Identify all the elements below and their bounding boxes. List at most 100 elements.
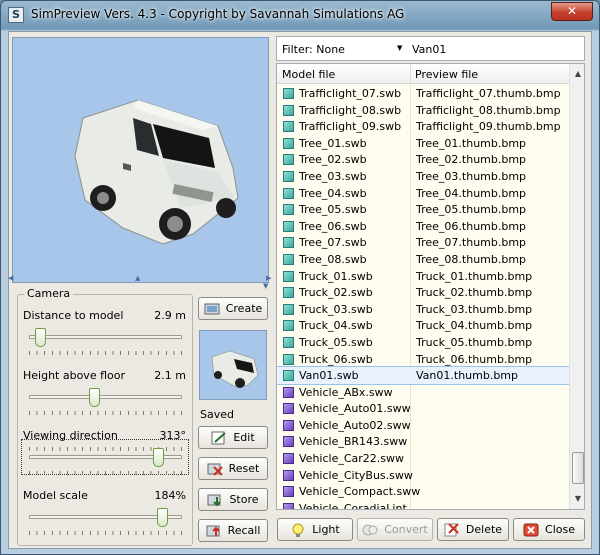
list-item[interactable]: Vehicle_CityBus.sww xyxy=(277,467,569,484)
swb-file-icon xyxy=(283,353,294,365)
app-icon[interactable]: S xyxy=(8,7,24,23)
list-item[interactable]: Vehicle_Compact.sww xyxy=(277,483,569,500)
list-item[interactable]: Trafficlight_07.swb Trafficlight_07.thumb… xyxy=(277,85,569,102)
height-slider-thumb[interactable] xyxy=(88,388,100,407)
distance-slider-thumb[interactable] xyxy=(34,328,46,347)
list-item[interactable]: Vehicle_BR143.sww xyxy=(277,433,569,450)
swb-file-icon xyxy=(283,170,294,182)
pan-down-arrow-icon[interactable]: ▼ xyxy=(263,282,268,290)
list-item[interactable]: Truck_03.swb Truck_03.thumb.bmp xyxy=(277,301,569,318)
column-header-preview-file[interactable]: Preview file xyxy=(415,68,478,81)
height-value: 2.1 m xyxy=(154,369,186,382)
filter-bar: Filter: None ▼ Van01 xyxy=(276,36,585,61)
list-item[interactable]: Tree_08.swb Tree_08.thumb.bmp xyxy=(277,251,569,268)
list-item[interactable]: Vehicle_Auto01.sww xyxy=(277,400,569,417)
list-item[interactable]: Vehicle_Auto02.sww xyxy=(277,417,569,434)
list-item[interactable]: Tree_05.swb Tree_05.thumb.bmp xyxy=(277,201,569,218)
list-item[interactable]: Tree_06.swb Tree_06.thumb.bmp xyxy=(277,218,569,235)
preview-file-cell: Trafficlight_07.thumb.bmp xyxy=(416,87,561,100)
model-file-list[interactable]: Model file Preview file Trafficlight_07.… xyxy=(276,63,585,510)
model-file-cell: Truck_05.swb xyxy=(299,335,373,349)
camera-group: Camera Distance to model 2.9 m Height ab… xyxy=(17,287,193,546)
direction-label: Viewing direction xyxy=(23,429,118,442)
swb-file-icon xyxy=(283,187,294,199)
filter-dropdown[interactable]: Filter: None xyxy=(282,43,345,56)
store-button[interactable]: Store xyxy=(198,488,268,511)
preview-file-cell: Truck_04.thumb.bmp xyxy=(416,319,533,333)
list-item[interactable]: Vehicle_ABx.sww xyxy=(277,384,569,401)
scroll-up-arrow-icon[interactable]: ▲ xyxy=(570,66,584,82)
list-item[interactable]: Vehicle_Car22.sww xyxy=(277,450,569,467)
list-item[interactable]: Truck_02.swb Truck_02.thumb.bmp xyxy=(277,284,569,301)
model-preview-viewport[interactable]: ▲ ◀ ▶ ▼ xyxy=(8,37,271,290)
list-item[interactable]: Truck_05.swb Truck_05.thumb.bmp xyxy=(277,334,569,351)
list-item[interactable]: Trafficlight_08.swb Trafficlight_08.thumb… xyxy=(277,102,569,119)
list-item[interactable]: Trafficlight_09.swb Trafficlight_09.thumb… xyxy=(277,118,569,135)
list-item[interactable]: Tree_01.swb Tree_01.thumb.bmp xyxy=(277,135,569,152)
light-button[interactable]: Light xyxy=(277,518,353,541)
model-file-cell: Vehicle_CityBus.sww xyxy=(299,468,413,482)
pan-up-arrow-icon[interactable]: ▲ xyxy=(135,274,140,282)
reset-button[interactable]: Reset xyxy=(198,457,268,480)
scrollbar-thumb[interactable] xyxy=(572,452,584,484)
swb-file-icon xyxy=(283,270,294,282)
swb-file-icon xyxy=(283,237,294,249)
model-file-cell: Tree_05.swb xyxy=(299,203,367,217)
swb-file-icon xyxy=(283,320,294,332)
filter-dropdown-arrow-icon[interactable]: ▼ xyxy=(397,44,402,52)
delete-button[interactable]: Delete xyxy=(437,518,509,541)
list-item[interactable]: Truck_04.swb Truck_04.thumb.bmp xyxy=(277,317,569,334)
height-slider-ticks xyxy=(29,411,182,415)
edit-label: Edit xyxy=(233,431,255,444)
list-scrollbar[interactable]: ▲ ▼ xyxy=(569,64,584,509)
column-separator[interactable] xyxy=(410,64,411,84)
model-file-cell: Tree_07.swb xyxy=(299,236,367,250)
list-item[interactable]: Vehicle_CoradiaLint... xyxy=(277,500,569,509)
pan-right-arrow-icon[interactable]: ▶ xyxy=(266,274,271,282)
sww-file-icon xyxy=(283,386,294,398)
window-close-button[interactable]: ✕ xyxy=(551,2,593,21)
model-file-cell: Truck_04.swb xyxy=(299,319,373,333)
column-header-model-file[interactable]: Model file xyxy=(282,68,335,81)
model-file-cell: Tree_06.swb xyxy=(299,219,367,233)
preview-file-cell: Tree_01.thumb.bmp xyxy=(416,136,527,150)
direction-slider-thumb[interactable] xyxy=(152,448,164,467)
sww-file-icon xyxy=(283,469,294,481)
search-input[interactable]: Van01 xyxy=(412,43,446,56)
delete-label: Delete xyxy=(465,523,503,536)
height-slider-track[interactable] xyxy=(29,395,182,399)
preview-file-cell: Tree_05.thumb.bmp xyxy=(416,203,527,217)
store-label: Store xyxy=(229,493,259,506)
list-item[interactable]: Truck_01.swb Truck_01.thumb.bmp xyxy=(277,268,569,285)
model-file-cell: Tree_01.swb xyxy=(299,136,367,150)
edit-button[interactable]: Edit xyxy=(198,426,268,449)
close-icon xyxy=(523,523,539,537)
list-item[interactable]: Van01.swb Van01.thumb.bmp xyxy=(277,366,570,385)
scale-label: Model scale xyxy=(23,489,88,502)
swb-file-icon xyxy=(283,137,294,149)
list-item[interactable]: Tree_07.swb Tree_07.thumb.bmp xyxy=(277,234,569,251)
swb-file-icon xyxy=(283,104,294,116)
convert-button[interactable]: Convert xyxy=(357,518,433,541)
create-button[interactable]: Create xyxy=(198,297,268,320)
saved-thumbnail[interactable] xyxy=(199,330,267,400)
model-file-cell: Truck_03.swb xyxy=(299,302,373,316)
swb-file-icon xyxy=(283,336,294,348)
sww-file-icon xyxy=(283,453,294,465)
list-item[interactable]: Truck_06.swb Truck_06.thumb.bmp xyxy=(277,351,569,368)
recall-button[interactable]: Recall xyxy=(198,519,268,542)
title-bar[interactable]: S SimPreview Vers. 4.3 - Copyright by Sa… xyxy=(1,1,599,29)
list-item[interactable]: Tree_02.swb Tree_02.thumb.bmp xyxy=(277,151,569,168)
distance-slider-track[interactable] xyxy=(29,335,182,339)
pan-left-arrow-icon[interactable]: ◀ xyxy=(8,274,13,282)
list-item[interactable]: Tree_03.swb Tree_03.thumb.bmp xyxy=(277,168,569,185)
delete-icon xyxy=(444,522,460,537)
list-item[interactable]: Tree_04.swb Tree_04.thumb.bmp xyxy=(277,185,569,202)
scale-slider-thumb[interactable] xyxy=(156,508,168,527)
preview-file-cell: Truck_03.thumb.bmp xyxy=(416,302,533,316)
scale-slider-ticks xyxy=(29,531,182,535)
close-button[interactable]: Close xyxy=(513,518,585,541)
direction-slider-ticks xyxy=(29,471,182,475)
swb-file-icon xyxy=(283,287,294,299)
scroll-down-arrow-icon[interactable]: ▼ xyxy=(570,491,584,507)
